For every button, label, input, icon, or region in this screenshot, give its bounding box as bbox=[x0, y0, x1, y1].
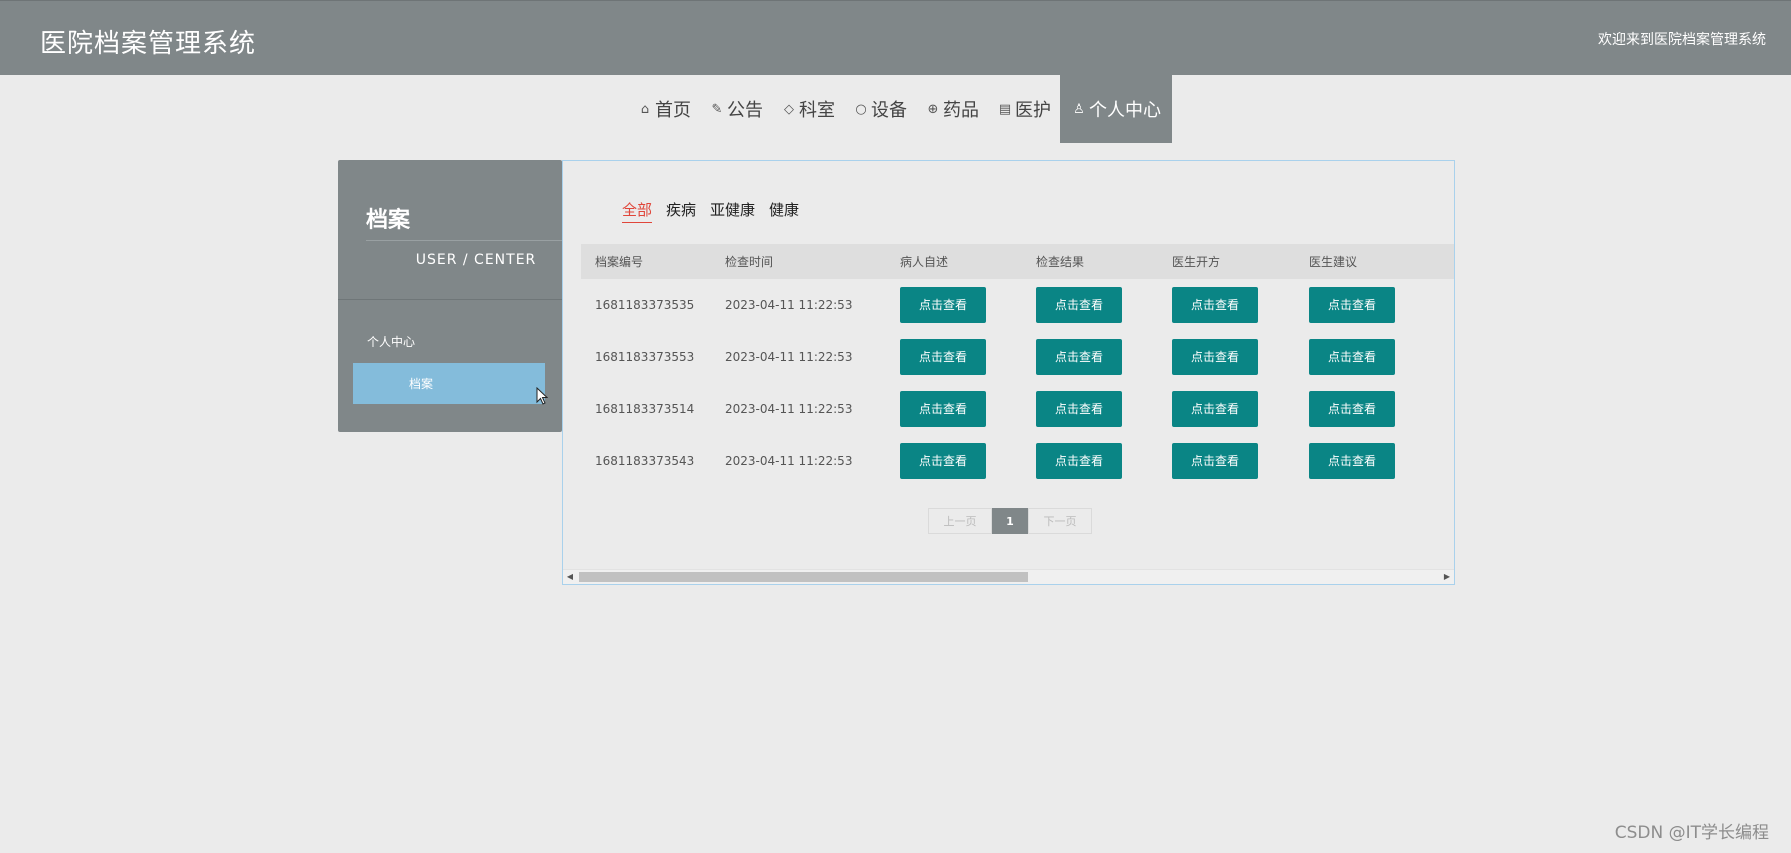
table-row: 1681183373543 2023-04-11 11:22:53 点击查看 点… bbox=[581, 435, 1454, 487]
column-header: 医生开方 bbox=[1172, 255, 1221, 269]
record-id: 1681183373514 bbox=[595, 402, 695, 416]
scrollbar-thumb[interactable] bbox=[579, 572, 1028, 582]
nav-item-announcement[interactable]: ✎ 公告 bbox=[700, 75, 772, 143]
page-number-button[interactable]: 1 bbox=[992, 508, 1028, 534]
prev-page-button[interactable]: 上一页 bbox=[928, 508, 992, 534]
table-row: 1681183373535 2023-04-11 11:22:53 点击查看 点… bbox=[581, 279, 1454, 331]
check-time: 2023-04-11 11:22:53 bbox=[725, 402, 853, 416]
column-header: 医生建议 bbox=[1309, 255, 1358, 269]
sidebar-divider bbox=[338, 299, 562, 300]
next-page-button[interactable]: 下一页 bbox=[1028, 508, 1092, 534]
site-title: 医院档案管理系统 bbox=[40, 29, 257, 59]
view-check-result-button[interactable]: 点击查看 bbox=[1036, 443, 1122, 479]
column-header: 检查时间 bbox=[725, 255, 774, 269]
palette-icon: ✎ bbox=[711, 101, 723, 117]
view-doctor-advice-button[interactable]: 点击查看 bbox=[1309, 339, 1395, 375]
record-id: 1681183373553 bbox=[595, 350, 695, 364]
check-time: 2023-04-11 11:22:53 bbox=[725, 350, 853, 364]
nav-item-label: 设备 bbox=[871, 100, 907, 121]
category-filters: 全部 疾病 亚健康 健康 bbox=[622, 199, 799, 223]
main-nav: ⌂ 首页 ✎ 公告 ◇ 科室 ○ 设备 ⊕ 药品 ▤ 医护 ♙ 个人中心 bbox=[628, 75, 1172, 143]
top-header: 医院档案管理系统 欢迎来到医院档案管理系统 bbox=[0, 0, 1791, 75]
sidebar-subtitle: USER / CENTER bbox=[415, 252, 537, 268]
nav-item-equipment[interactable]: ○ 设备 bbox=[844, 75, 916, 143]
view-check-result-button[interactable]: 点击查看 bbox=[1036, 339, 1122, 375]
view-patient-statement-button[interactable]: 点击查看 bbox=[900, 391, 986, 427]
view-doctor-advice-button[interactable]: 点击查看 bbox=[1309, 287, 1395, 323]
scroll-right-icon[interactable]: ▶ bbox=[1440, 570, 1454, 584]
nav-item-label: 科室 bbox=[799, 100, 835, 121]
nav-item-medical-staff[interactable]: ▤ 医护 bbox=[988, 75, 1060, 143]
nav-item-label: 医护 bbox=[1015, 100, 1051, 121]
check-time: 2023-04-11 11:22:53 bbox=[725, 454, 853, 468]
nav-item-personal-center[interactable]: ♙ 个人中心 bbox=[1060, 75, 1172, 143]
sidebar-item-personal-center[interactable]: 个人中心 bbox=[367, 333, 415, 350]
nav-item-medicine[interactable]: ⊕ 药品 bbox=[916, 75, 988, 143]
sidebar-title: 档案 bbox=[366, 208, 411, 233]
records-table: 档案编号 检查时间 病人自述 检查结果 医生开方 医生建议 1681183373… bbox=[581, 244, 1454, 487]
view-check-result-button[interactable]: 点击查看 bbox=[1036, 287, 1122, 323]
tag-icon: ◇ bbox=[784, 101, 794, 117]
filter-healthy[interactable]: 健康 bbox=[769, 199, 799, 223]
scroll-left-icon[interactable]: ◀ bbox=[563, 570, 577, 584]
sidebar-title-underline bbox=[366, 240, 562, 241]
sidebar-item-records[interactable]: 档案 bbox=[353, 363, 545, 404]
view-prescription-button[interactable]: 点击查看 bbox=[1172, 287, 1258, 323]
nav-item-label: 首页 bbox=[655, 100, 691, 121]
view-patient-statement-button[interactable]: 点击查看 bbox=[900, 339, 986, 375]
view-prescription-button[interactable]: 点击查看 bbox=[1172, 339, 1258, 375]
record-id: 1681183373543 bbox=[595, 454, 695, 468]
home-icon: ⌂ bbox=[640, 101, 650, 117]
user-icon: ♙ bbox=[1073, 101, 1085, 117]
sidebar-item-label: 档案 bbox=[409, 377, 434, 391]
filter-all[interactable]: 全部 bbox=[622, 199, 653, 223]
filter-sub-health[interactable]: 亚健康 bbox=[710, 199, 755, 223]
watermark: CSDN @IT学长编程 bbox=[1614, 823, 1769, 843]
view-prescription-button[interactable]: 点击查看 bbox=[1172, 443, 1258, 479]
column-header: 病人自述 bbox=[900, 255, 949, 269]
nav-item-department[interactable]: ◇ 科室 bbox=[772, 75, 844, 143]
mouse-cursor-icon bbox=[536, 387, 548, 405]
circle-icon: ○ bbox=[855, 101, 867, 117]
table-header: 档案编号 检查时间 病人自述 检查结果 医生开方 医生建议 bbox=[581, 244, 1454, 279]
table-row: 1681183373553 2023-04-11 11:22:53 点击查看 点… bbox=[581, 331, 1454, 383]
column-header: 检查结果 bbox=[1036, 255, 1085, 269]
view-doctor-advice-button[interactable]: 点击查看 bbox=[1309, 391, 1395, 427]
filter-disease[interactable]: 疾病 bbox=[666, 199, 696, 223]
nav-item-home[interactable]: ⌂ 首页 bbox=[628, 75, 700, 143]
records-panel: 全部 疾病 亚健康 健康 档案编号 检查时间 病人自述 检查结果 医生开方 医生… bbox=[562, 160, 1455, 585]
view-patient-statement-button[interactable]: 点击查看 bbox=[900, 443, 986, 479]
view-doctor-advice-button[interactable]: 点击查看 bbox=[1309, 443, 1395, 479]
view-patient-statement-button[interactable]: 点击查看 bbox=[900, 287, 986, 323]
welcome-text: 欢迎来到医院档案管理系统 bbox=[1598, 32, 1766, 48]
nav-item-label: 公告 bbox=[727, 100, 763, 121]
clipboard-icon: ▤ bbox=[998, 101, 1012, 117]
globe-icon: ⊕ bbox=[927, 101, 939, 117]
nav-item-label: 个人中心 bbox=[1089, 100, 1161, 121]
sidebar: 档案 USER / CENTER 个人中心 档案 bbox=[338, 160, 562, 432]
check-time: 2023-04-11 11:22:53 bbox=[725, 298, 853, 312]
column-header: 档案编号 bbox=[595, 255, 644, 269]
view-prescription-button[interactable]: 点击查看 bbox=[1172, 391, 1258, 427]
nav-item-label: 药品 bbox=[943, 100, 979, 121]
horizontal-scrollbar[interactable]: ◀ ▶ bbox=[563, 569, 1454, 584]
record-id: 1681183373535 bbox=[595, 298, 695, 312]
table-row: 1681183373514 2023-04-11 11:22:53 点击查看 点… bbox=[581, 383, 1454, 435]
view-check-result-button[interactable]: 点击查看 bbox=[1036, 391, 1122, 427]
pagination: 上一页 1 下一页 bbox=[928, 508, 1092, 534]
